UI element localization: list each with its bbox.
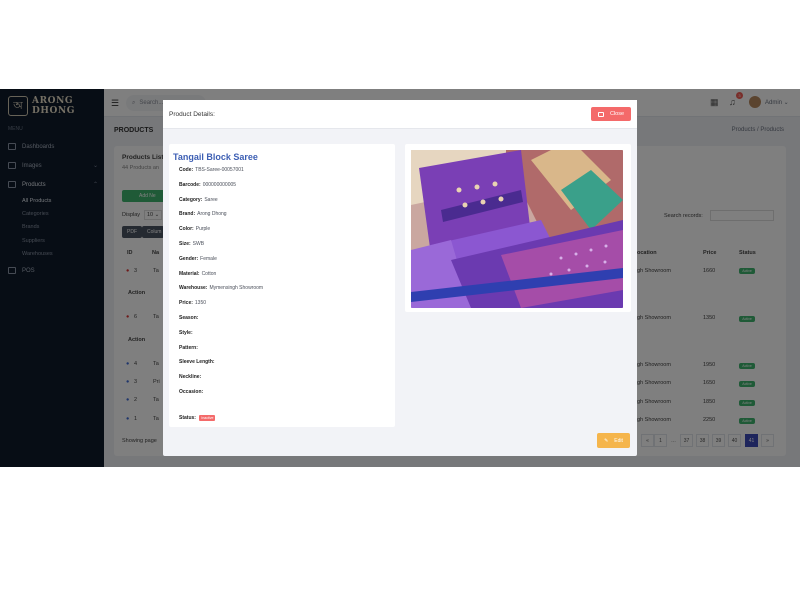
field-label: Pattern: bbox=[179, 344, 198, 351]
product-field-row: Code: TBS-Saree-00057001 bbox=[179, 167, 244, 173]
product-field-row: Occasion: bbox=[179, 389, 205, 395]
product-field-row: Color: Purple bbox=[179, 226, 210, 232]
field-value: 000000000005 bbox=[202, 181, 237, 188]
close-label: Close bbox=[609, 111, 625, 117]
product-field-row: Style: bbox=[179, 330, 195, 336]
product-field-row: Price: 1350 bbox=[179, 300, 206, 306]
field-value: 1350 bbox=[194, 300, 207, 307]
edit-button[interactable]: ✎ Edit bbox=[597, 433, 630, 448]
close-icon bbox=[597, 111, 604, 117]
status-badge: Inactive bbox=[199, 415, 216, 421]
pencil-icon: ✎ bbox=[604, 437, 609, 444]
product-field-row: Season: bbox=[179, 315, 200, 321]
product-field-row: Neckline: bbox=[179, 374, 203, 380]
status-row: Status: Inactive bbox=[179, 415, 216, 421]
field-label: Season: bbox=[179, 315, 199, 321]
field-label: Code: bbox=[179, 167, 194, 173]
app-root: অ ARONG DHONG MENU Dashboards Images ⌄ P… bbox=[0, 89, 800, 467]
field-value: Purple bbox=[195, 226, 211, 233]
field-value: Cotton bbox=[201, 270, 217, 277]
field-value: Mymensingh Showroom bbox=[209, 285, 264, 292]
field-label: Status: bbox=[179, 415, 196, 421]
field-value: TBS-Saree-00057001 bbox=[195, 167, 244, 173]
product-field-row: Material: Cotton bbox=[179, 271, 216, 277]
field-value: Saree bbox=[204, 196, 218, 203]
product-field-row: Gender: Female bbox=[179, 256, 217, 262]
product-details-modal: Product Details: Close Tangail Block Sar… bbox=[163, 100, 637, 456]
product-field-row: Sleeve Length: bbox=[179, 359, 217, 365]
modal-header: Product Details: Close bbox=[163, 100, 637, 129]
product-field-row: Barcode: 000000000005 bbox=[179, 182, 236, 188]
product-field-row: Category: Saree bbox=[179, 197, 218, 203]
field-label: Warehouse: bbox=[179, 285, 208, 292]
field-label: Material: bbox=[179, 270, 200, 277]
field-label: Size: bbox=[179, 241, 191, 247]
field-label: Color: bbox=[179, 226, 194, 233]
product-field-row: Warehouse: Mymensingh Showroom bbox=[179, 285, 263, 291]
field-label: Sleeve Length: bbox=[179, 359, 215, 366]
field-label: Occasion: bbox=[179, 389, 204, 395]
field-label: Neckline: bbox=[179, 374, 202, 381]
field-label: Brand: bbox=[179, 211, 196, 218]
field-label: Gender: bbox=[179, 255, 199, 262]
field-label: Barcode: bbox=[179, 181, 201, 188]
field-label: Category: bbox=[179, 196, 203, 203]
product-field-row: Pattern: bbox=[179, 345, 200, 351]
saree-illustration bbox=[411, 150, 623, 308]
field-value: SWB bbox=[192, 241, 205, 247]
field-label: Style: bbox=[179, 329, 193, 336]
field-value: Arong Dhong bbox=[197, 211, 227, 218]
close-button[interactable]: Close bbox=[591, 107, 631, 121]
product-image bbox=[411, 150, 623, 308]
field-value: Female bbox=[200, 255, 217, 262]
field-label: Price: bbox=[179, 300, 193, 307]
modal-title: Product Details: bbox=[169, 111, 215, 118]
product-name: Tangail Block Saree bbox=[173, 152, 258, 162]
edit-label: Edit bbox=[614, 437, 623, 444]
product-field-row: Brand: Arong Dhong bbox=[179, 211, 227, 217]
product-field-row: Size: SWB bbox=[179, 241, 204, 247]
